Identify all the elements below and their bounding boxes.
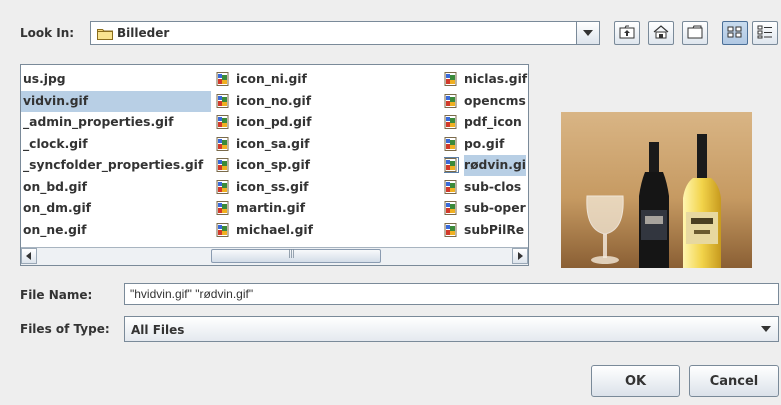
image-file-icon xyxy=(216,222,230,237)
file-name: icon_pd.gif xyxy=(236,115,312,129)
look-in-combo[interactable]: Billeder xyxy=(90,21,600,45)
image-file-icon xyxy=(444,115,458,129)
image-file-icon xyxy=(444,222,458,237)
up-folder-icon xyxy=(619,25,635,42)
file-name-label: File Name: xyxy=(20,288,93,302)
look-in-value: Billeder xyxy=(117,26,170,40)
file-item[interactable]: sub-clos xyxy=(444,177,528,199)
file-name: icon_sa.gif xyxy=(236,136,310,151)
file-name: opencms xyxy=(464,93,526,108)
file-name: po.gif xyxy=(464,136,505,151)
file-name-input[interactable] xyxy=(124,283,779,305)
home-icon xyxy=(653,24,669,42)
details-view-icon xyxy=(757,25,773,42)
file-name: icon_ni.gif xyxy=(236,72,307,86)
image-file-icon xyxy=(216,136,230,151)
image-file-icon xyxy=(444,157,459,173)
file-list[interactable]: us.jpg vidvin.gif _admin_properties.gif _cl… xyxy=(20,64,529,266)
file-name: us.jpg xyxy=(23,72,66,86)
file-item[interactable]: niclas.gif xyxy=(444,69,528,91)
file-item[interactable]: _clock.gif xyxy=(21,134,211,156)
file-type-combo[interactable]: All Files xyxy=(124,316,779,342)
file-name: martin.gif xyxy=(236,201,306,215)
image-file-icon xyxy=(444,72,458,86)
image-file-icon xyxy=(444,179,458,194)
file-name: rødvin.gi xyxy=(464,155,526,176)
details-view-button[interactable] xyxy=(752,21,778,45)
home-button[interactable] xyxy=(648,21,674,45)
file-item[interactable]: opencms xyxy=(444,91,528,113)
file-name: michael.gif xyxy=(236,222,313,237)
file-item[interactable]: icon_pd.gif xyxy=(216,112,431,134)
chevron-down-icon[interactable] xyxy=(754,317,778,341)
file-item[interactable]: michael.gif xyxy=(216,220,431,242)
file-item[interactable]: rødvin.gi xyxy=(444,155,528,177)
file-column-1: us.jpg vidvin.gif _admin_properties.gif _cl… xyxy=(21,69,211,241)
file-item[interactable]: icon_ss.gif xyxy=(216,177,431,199)
up-folder-button[interactable] xyxy=(614,21,640,45)
file-name: sub-oper xyxy=(464,201,526,215)
file-name: _syncfolder_properties.gif xyxy=(23,158,204,172)
file-name: vidvin.gif xyxy=(21,90,89,112)
file-column-3: niclas.gif opencms pdf_icon po.gif rødvin.gi… xyxy=(444,69,528,242)
file-name: on_dm.gif xyxy=(23,201,92,215)
file-type-value: All Files xyxy=(131,323,185,337)
image-file-icon xyxy=(444,136,458,151)
file-name: icon_no.gif xyxy=(236,93,312,108)
image-file-icon xyxy=(444,93,458,108)
list-view-button[interactable] xyxy=(722,21,748,45)
file-item[interactable]: sub-oper xyxy=(444,198,528,220)
file-item[interactable]: martin.gif xyxy=(216,198,431,220)
file-name: _admin_properties.gif xyxy=(23,115,174,129)
image-file-icon xyxy=(444,201,458,215)
file-item[interactable]: us.jpg xyxy=(21,69,211,91)
scrollbar-thumb[interactable] xyxy=(211,249,381,263)
file-item[interactable]: on_bd.gif xyxy=(21,177,211,199)
file-name: on_bd.gif xyxy=(23,179,87,194)
file-name: _clock.gif xyxy=(23,136,88,151)
file-name: pdf_icon xyxy=(464,115,522,129)
file-item[interactable]: pdf_icon xyxy=(444,112,528,134)
file-name: niclas.gif xyxy=(464,72,528,86)
file-name: icon_sp.gif xyxy=(236,158,311,172)
file-column-2: icon_ni.gif icon_no.gif icon_pd.gif icon_sa… xyxy=(216,69,431,241)
image-file-icon xyxy=(216,72,230,86)
folder-icon xyxy=(97,27,113,43)
file-item[interactable]: po.gif xyxy=(444,134,528,156)
image-preview xyxy=(561,112,752,268)
file-item[interactable]: subPilRe xyxy=(444,220,528,242)
image-file-icon xyxy=(216,179,230,194)
file-name: subPilRe xyxy=(464,222,525,237)
scroll-left-icon[interactable] xyxy=(21,248,37,264)
file-item[interactable]: icon_ni.gif xyxy=(216,69,431,91)
file-name: icon_ss.gif xyxy=(236,179,309,194)
file-type-label: Files of Type: xyxy=(20,322,110,336)
image-file-icon xyxy=(216,158,230,172)
new-folder-icon xyxy=(687,25,703,42)
file-name: sub-clos xyxy=(464,179,522,194)
file-item[interactable]: vidvin.gif xyxy=(21,90,211,112)
file-item[interactable]: icon_no.gif xyxy=(216,91,431,113)
file-name: on_ne.gif xyxy=(23,222,87,237)
file-item[interactable]: icon_sp.gif xyxy=(216,155,431,177)
horizontal-scrollbar[interactable] xyxy=(21,247,528,265)
new-folder-button[interactable] xyxy=(682,21,708,45)
look-in-label: Look In: xyxy=(20,26,75,40)
list-view-icon xyxy=(727,25,743,42)
chevron-down-icon[interactable] xyxy=(576,22,599,44)
cancel-button[interactable]: Cancel xyxy=(689,365,779,397)
file-item[interactable]: _admin_properties.gif xyxy=(21,112,211,134)
file-item[interactable]: icon_sa.gif xyxy=(216,134,431,156)
scroll-right-icon[interactable] xyxy=(512,248,528,264)
file-item[interactable]: on_ne.gif xyxy=(21,220,211,242)
image-file-icon xyxy=(216,115,230,129)
file-item[interactable]: _syncfolder_properties.gif xyxy=(21,155,211,177)
file-item[interactable]: on_dm.gif xyxy=(21,198,211,220)
image-file-icon xyxy=(216,201,230,215)
image-file-icon xyxy=(216,93,230,108)
ok-button[interactable]: OK xyxy=(591,365,680,397)
